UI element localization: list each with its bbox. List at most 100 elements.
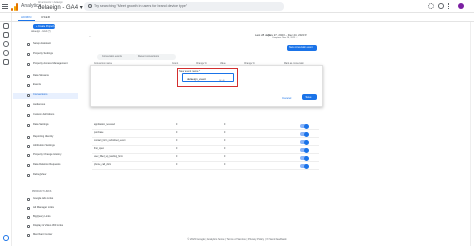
tab-user[interactable]: USER [41,15,50,19]
event-name-value: delaeign_event [187,77,206,81]
help-icon[interactable] [438,3,444,9]
row-count: 0 [176,132,178,134]
recent-conversions-filter[interactable]: Recent conversions [134,54,176,60]
google-ads-icon [27,198,30,201]
apps-icon[interactable] [428,3,434,9]
divider [470,22,471,246]
dv360-icon [27,225,30,228]
top-bar: Analytics All accounts > delaeign delaei… [0,0,474,13]
sidebar-item-property-access[interactable]: Property Access Management [13,62,78,68]
row-name: user_filled_up_landing_form [94,156,123,158]
new-conversion-event-button[interactable]: New conversion event [287,45,317,51]
analytics-logo-icon [11,3,18,11]
settings-icon [27,53,30,56]
sidebar-item-ad-manager-links[interactable]: Ad Manager Links [13,206,78,212]
sidebar-item-custom-definitions[interactable]: Custom definitions [13,113,78,119]
row-count: 0 [176,140,178,142]
row-name: application_received [94,124,115,126]
home-icon[interactable] [3,23,9,29]
row-value: 0 [224,164,226,166]
mark-as-conversion-toggle[interactable] [300,163,309,169]
flag-icon [27,94,30,97]
table-row[interactable]: phone_call_click 0 0 [92,162,319,170]
sidebar-item-bigquery-links[interactable]: BigQuery Links [13,215,78,221]
cancel-button[interactable]: Cancel [282,96,291,100]
table-row[interactable]: user_filled_up_landing_form 0 0 [92,154,319,162]
table-row[interactable]: first_open 0 0 [92,146,319,154]
events-icon [27,84,30,87]
mark-as-conversion-toggle[interactable] [300,131,309,137]
mark-as-conversion-toggle[interactable] [300,155,309,161]
left-nav-rail [0,13,12,246]
avatar[interactable] [458,3,464,9]
sidebar-item-dv360-links[interactable]: Display & Video 360 Links [13,224,78,230]
audience-icon [27,104,30,107]
mark-as-conversion-toggle[interactable] [300,139,309,145]
mark-as-conversion-toggle[interactable] [300,123,309,129]
event-name-label: New event name * [179,70,201,73]
configure-icon[interactable] [3,59,9,65]
search-input[interactable]: Try searching "Meet growth in users for … [84,2,284,11]
row-value: 0 [224,124,226,126]
checklist-icon [27,43,30,46]
sidebar-item-reporting-identity[interactable]: Reporting Identity [13,135,78,141]
more-icon[interactable] [448,3,449,9]
delete-icon [27,164,30,167]
row-name: contact_form_submitted_event [94,140,126,142]
sidebar-item-attribution-settings[interactable]: Attribution Settings [13,144,78,150]
sidebar-item-debugview[interactable]: DebugView [13,173,78,179]
debug-icon [27,174,30,177]
explore-icon[interactable] [3,41,9,47]
sidebar-item-change-history[interactable]: Property Change History [13,153,78,159]
table-row[interactable]: application_received 0 0 [92,122,319,130]
admin-tabs: ADMIN USER [0,13,474,22]
create-property-button[interactable]: + Create Property [33,24,55,29]
back-button[interactable]: ← [89,35,92,38]
menu-icon[interactable] [2,4,8,9]
row-count: 0 [176,148,178,150]
reports-icon[interactable] [3,32,9,38]
char-counter: 14 / 40 [219,80,225,82]
layers-icon [27,124,30,127]
row-value: 0 [224,148,226,150]
sidebar-item-google-ads-links[interactable]: Google Ads Links [13,197,78,203]
sidebar-item-setup-assistant[interactable]: Setup Assistant [13,42,78,48]
event-name-field[interactable]: delaeign_event [182,73,234,82]
sidebar-item-data-settings[interactable]: Data Settings [13,123,78,129]
row-count: 0 [176,164,178,166]
property-dropdown[interactable]: delaeign - GA4 (7) [31,30,51,33]
save-label: Save [305,95,312,99]
tab-admin[interactable]: ADMIN [18,15,35,21]
sidebar-item-audiences[interactable]: Audiences [13,103,78,109]
row-name: first_open [94,148,105,150]
search-placeholder: Try searching "Meet growth in users for … [94,4,188,8]
compare-range: Compare: Nov 26, 2023 ... [272,37,298,39]
product-links-heading: PRODUCT LINKS [32,190,52,193]
conversion-events-filter[interactable]: Conversion events [97,54,137,60]
table-row[interactable]: contact_form_submitted_event 0 0 [92,138,319,146]
row-value: 0 [224,132,226,134]
row-value: 0 [224,156,226,158]
advertising-icon[interactable] [3,50,9,56]
row-name: purchase [94,132,104,134]
sidebar-item-property-settings[interactable]: Property Settings [13,52,78,58]
row-count: 0 [176,156,178,158]
save-button[interactable]: Save [302,94,317,100]
custom-icon [27,114,30,117]
sidebar-item-data-deletion[interactable]: Data Deletion Requests [13,163,78,169]
sidebar-item-events[interactable]: Events [13,83,78,89]
attribution-icon [27,145,30,148]
streams-icon [27,75,30,78]
sidebar-item-data-streams[interactable]: Data Streams [13,74,78,80]
search-icon [88,4,92,8]
create-property-label: + Create Property [36,25,55,28]
table-row[interactable]: purchase 0 0 [92,130,319,138]
merchant-icon [27,234,30,237]
mark-as-conversion-toggle[interactable] [300,147,309,153]
row-name: phone_call_click [94,164,111,166]
admin-sidebar: + Create Property delaeign - GA4 (7) Set… [13,22,78,246]
sidebar-item-conversions[interactable]: Conversions [13,93,78,99]
property-selector[interactable]: delaeign - GA4 ▾ [38,4,83,11]
identity-icon [27,136,30,139]
new-conversion-event-label: New conversion event [289,46,313,49]
